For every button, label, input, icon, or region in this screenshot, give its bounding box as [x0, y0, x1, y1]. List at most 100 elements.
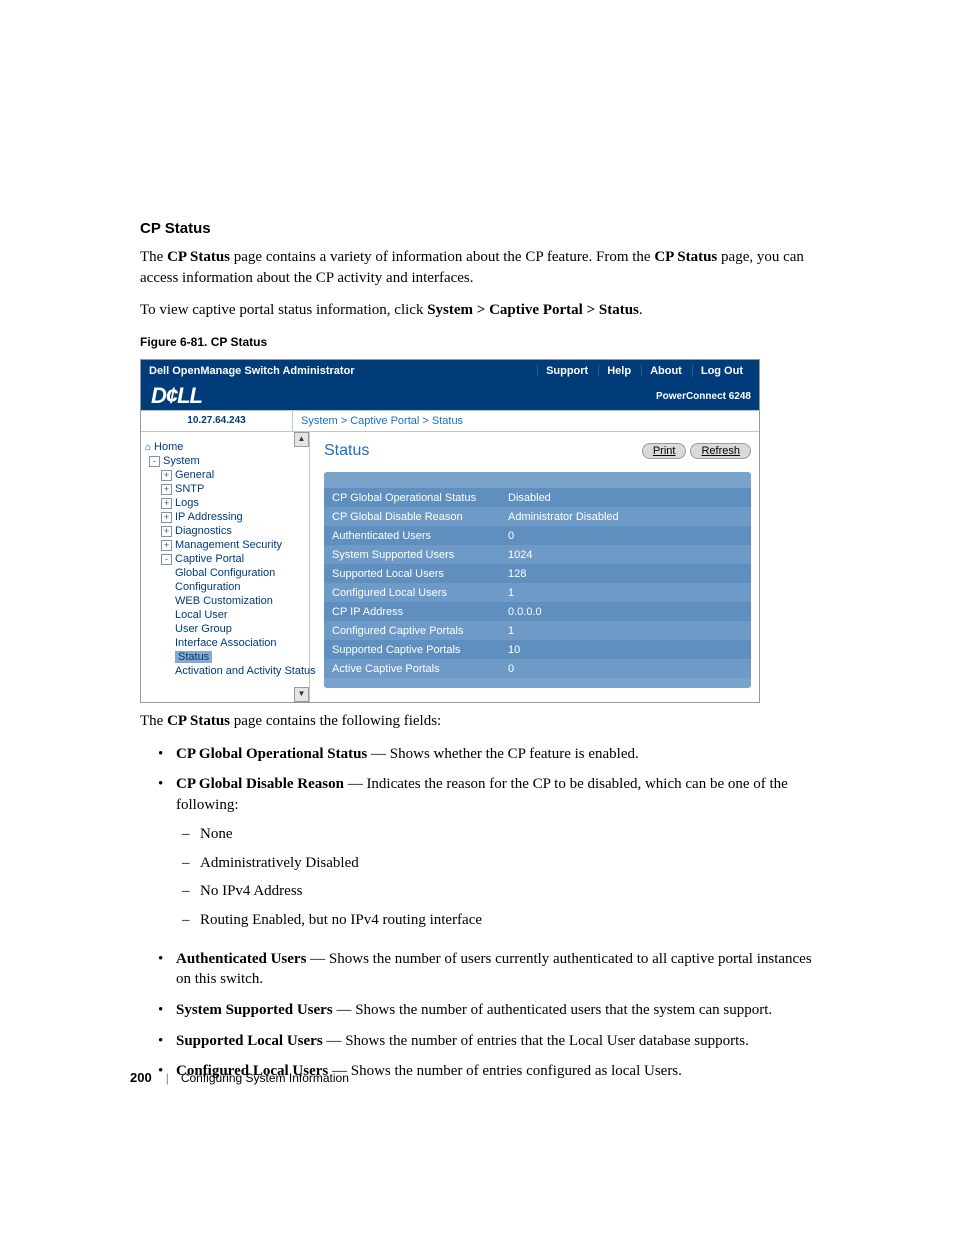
- field-desc: — Shows the number of authenticated user…: [333, 1002, 773, 1018]
- text: The: [140, 713, 167, 729]
- table-row: Supported Local Users128: [324, 564, 751, 583]
- sub-list-item: None: [200, 824, 822, 853]
- tree-label: Interface Association: [175, 637, 277, 649]
- row-value: 1024: [500, 545, 751, 564]
- tree-logs[interactable]: +Logs: [145, 496, 305, 510]
- breadcrumb-part[interactable]: System: [301, 415, 338, 427]
- tree-label: Home: [154, 441, 183, 453]
- tree-sntp[interactable]: +SNTP: [145, 482, 305, 496]
- tree-home[interactable]: ⌂Home: [145, 440, 305, 454]
- model-label: PowerConnect 6248: [656, 391, 751, 402]
- support-link[interactable]: Support: [537, 365, 596, 377]
- tree-ip-addressing[interactable]: +IP Addressing: [145, 510, 305, 524]
- collapse-icon[interactable]: -: [149, 456, 160, 467]
- tree-system[interactable]: -System: [145, 454, 305, 468]
- nav-tree: ▲ ⌂Home -System +General +SNTP +Logs +IP…: [141, 432, 310, 702]
- expand-icon[interactable]: +: [161, 540, 172, 551]
- refresh-button[interactable]: Refresh: [690, 443, 751, 459]
- row-value: Administrator Disabled: [500, 507, 751, 526]
- tree-label: SNTP: [175, 483, 204, 495]
- expand-icon[interactable]: +: [161, 526, 172, 537]
- field-desc: — Shows the number of entries that the L…: [323, 1033, 749, 1049]
- tree-label: Configuration: [175, 581, 240, 593]
- tree-diagnostics[interactable]: +Diagnostics: [145, 524, 305, 538]
- tree-label: Global Configuration: [175, 567, 275, 579]
- footer-separator: |: [166, 1071, 169, 1085]
- tree-captive-portal[interactable]: -Captive Portal: [145, 552, 305, 566]
- table-row: CP Global Disable ReasonAdministrator Di…: [324, 507, 751, 526]
- table-row: Authenticated Users0: [324, 526, 751, 545]
- tree-global-config[interactable]: Global Configuration: [145, 566, 305, 580]
- field-name: CP Global Disable Reason: [176, 776, 344, 792]
- help-link[interactable]: Help: [598, 365, 639, 377]
- row-key: Configured Local Users: [324, 583, 500, 602]
- collapse-icon[interactable]: -: [161, 554, 172, 565]
- row-value: 1: [500, 621, 751, 640]
- expand-icon[interactable]: +: [161, 484, 172, 495]
- tree-label: Management Security: [175, 539, 282, 551]
- scroll-up-icon[interactable]: ▲: [294, 432, 309, 447]
- row-key: Active Captive Portals: [324, 659, 500, 678]
- list-item: Supported Local Users — Shows the number…: [176, 1031, 822, 1062]
- expand-icon[interactable]: +: [161, 498, 172, 509]
- about-link[interactable]: About: [641, 365, 690, 377]
- row-value: Disabled: [500, 488, 751, 507]
- row-key: System Supported Users: [324, 545, 500, 564]
- list-item: CP Global Disable Reason — Indicates the…: [176, 774, 822, 948]
- field-name: Supported Local Users: [176, 1033, 323, 1049]
- field-list: CP Global Operational Status — Shows whe…: [176, 744, 822, 1092]
- paragraph-2: To view captive portal status informatio…: [140, 300, 822, 321]
- sub-list-item: Routing Enabled, but no IPv4 routing int…: [200, 910, 822, 939]
- tree-configuration[interactable]: Configuration: [145, 580, 305, 594]
- sub-list-item: Administratively Disabled: [200, 853, 822, 882]
- tree-web-customization[interactable]: WEB Customization: [145, 594, 305, 608]
- tree-label: Status: [175, 651, 212, 663]
- tree-label: WEB Customization: [175, 595, 273, 607]
- emph: CP Status: [654, 249, 717, 265]
- row-value: 0: [500, 526, 751, 545]
- row-value: 128: [500, 564, 751, 583]
- expand-icon[interactable]: +: [161, 470, 172, 481]
- list-item: CP Global Operational Status — Shows whe…: [176, 744, 822, 775]
- list-item: Authenticated Users — Shows the number o…: [176, 949, 822, 1000]
- home-icon: ⌂: [145, 442, 151, 453]
- tree-label: User Group: [175, 623, 232, 635]
- breadcrumb-part[interactable]: Captive Portal: [350, 415, 419, 427]
- row-key: Supported Local Users: [324, 564, 500, 583]
- tree-activation-activity[interactable]: Activation and Activity Status: [145, 664, 305, 678]
- expand-icon[interactable]: +: [161, 512, 172, 523]
- figure-caption: Figure 6-81. CP Status: [140, 335, 822, 349]
- field-name: Authenticated Users: [176, 951, 306, 967]
- brand-row: D¢LL PowerConnect 6248: [141, 382, 759, 410]
- emph: CP Status: [167, 249, 230, 265]
- tree-user-group[interactable]: User Group: [145, 622, 305, 636]
- print-button[interactable]: Print: [642, 443, 687, 459]
- tree-local-user[interactable]: Local User: [145, 608, 305, 622]
- page-number: 200: [130, 1070, 152, 1085]
- tree-mgmt-security[interactable]: +Management Security: [145, 538, 305, 552]
- tree-label: General: [175, 469, 214, 481]
- scroll-down-icon[interactable]: ▼: [294, 687, 309, 702]
- text: The: [140, 249, 167, 265]
- status-table: CP Global Operational StatusDisabled CP …: [324, 488, 751, 678]
- breadcrumb-part[interactable]: Status: [432, 415, 463, 427]
- logout-link[interactable]: Log Out: [692, 365, 751, 377]
- tree-general[interactable]: +General: [145, 468, 305, 482]
- row-value: 10: [500, 640, 751, 659]
- tree-label: System: [163, 455, 200, 467]
- tree-status-selected[interactable]: Status: [145, 650, 305, 664]
- screenshot-figure: Dell OpenManage Switch Administrator Sup…: [140, 359, 760, 703]
- breadcrumb-sep: >: [338, 415, 351, 427]
- tree-interface-association[interactable]: Interface Association: [145, 636, 305, 650]
- row-key: Supported Captive Portals: [324, 640, 500, 659]
- table-row: Active Captive Portals0: [324, 659, 751, 678]
- row-key: CP IP Address: [324, 602, 500, 621]
- table-row: System Supported Users1024: [324, 545, 751, 564]
- emph: CP Status: [167, 713, 230, 729]
- table-row: Configured Local Users1: [324, 583, 751, 602]
- row-key: Authenticated Users: [324, 526, 500, 545]
- chapter-name: Configuring System Information: [181, 1071, 349, 1085]
- tree-label: Diagnostics: [175, 525, 232, 537]
- table-row: CP IP Address0.0.0.0: [324, 602, 751, 621]
- breadcrumb-sep: >: [419, 415, 432, 427]
